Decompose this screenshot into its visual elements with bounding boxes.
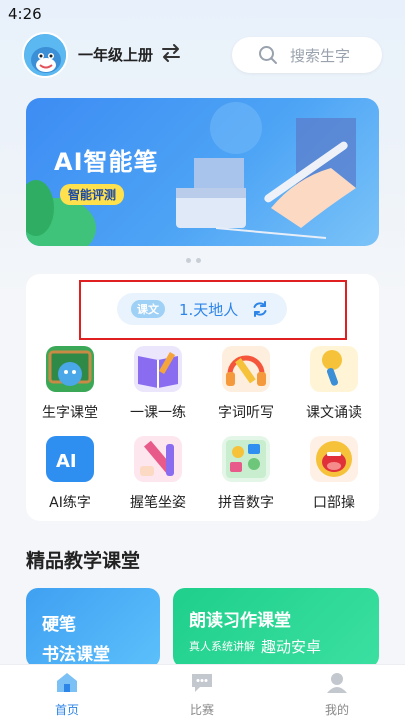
status-time: 4:26 (8, 5, 42, 23)
feature-label: 字词听写 (218, 405, 274, 421)
banner-badge: 智能评测 (60, 184, 125, 205)
swap-icon[interactable] (160, 42, 182, 64)
microphone-icon (310, 346, 358, 392)
chat-bubble-icon (192, 674, 212, 692)
feature-item-tingxie[interactable]: 字词听写 (202, 346, 290, 422)
course-card-calligraphy[interactable]: 硬笔 书法课堂 (26, 588, 160, 668)
tab-profile[interactable]: 我的 (297, 669, 377, 718)
home-icon (57, 673, 77, 692)
tab-label: 比赛 (189, 703, 214, 717)
promo-banner[interactable]: AI智能笔 智能评测 (26, 98, 379, 246)
highlight-box (79, 280, 347, 340)
tab-contest[interactable]: 比赛 (162, 669, 242, 718)
feature-label: 握笔坐姿 (130, 495, 186, 511)
tab-home[interactable]: 首页 (27, 669, 107, 718)
feature-label: 拼音数字 (218, 495, 274, 511)
header: 一年级上册 搜索生字 (0, 30, 405, 80)
pinyin-cards-icon (222, 436, 270, 482)
feature-label: 生字课堂 (42, 405, 98, 421)
search-icon (259, 46, 277, 64)
feature-item-songdu[interactable]: 课文诵读 (290, 346, 378, 422)
feature-label: 一课一练 (130, 405, 186, 421)
course-card-subtitle: 书法课堂 (42, 645, 110, 665)
carousel-dot (196, 258, 201, 263)
feature-item-shengzi[interactable]: 生字课堂 (26, 346, 114, 422)
avatar[interactable] (22, 32, 68, 78)
tab-label: 我的 (324, 703, 349, 717)
feature-item-koubu[interactable]: 口部操 (290, 436, 378, 512)
course-card-watermark: 趣动安卓 (261, 638, 322, 656)
feature-label: 口部操 (313, 495, 355, 511)
course-card-subtitle: 真人系统讲解 (189, 640, 255, 653)
svg-text:AI: AI (56, 451, 77, 472)
feature-label: AI练字 (49, 495, 91, 511)
course-card-title: 朗读习作课堂 (189, 611, 291, 631)
pencil-icon (134, 436, 182, 482)
search-input[interactable]: 搜索生字 (232, 37, 382, 73)
bottom-tab-bar: 首页 比赛 我的 (0, 664, 405, 720)
carousel-dots (186, 248, 206, 267)
grade-selector[interactable]: 一年级上册 (78, 44, 153, 65)
profile-icon (327, 673, 347, 693)
course-card-title: 硬笔 (42, 615, 76, 635)
feature-label: 课文诵读 (306, 405, 362, 421)
feature-item-pinyin[interactable]: 拼音数字 (202, 436, 290, 512)
dolphin-mascot-icon (24, 34, 66, 76)
feature-item-ailianzi[interactable]: AI AI练字 (26, 436, 114, 512)
section-title: 精品教学课堂 (26, 550, 141, 572)
feature-item-yike[interactable]: 一课一练 (114, 346, 202, 422)
status-bar: 4:26 (0, 0, 405, 28)
ai-board-icon: AI (46, 436, 94, 482)
carousel-dot (186, 258, 191, 263)
open-book-icon (134, 346, 182, 392)
feature-item-wobi[interactable]: 握笔坐姿 (114, 436, 202, 512)
chalkboard-dolphin-icon (46, 346, 94, 392)
tab-label: 首页 (54, 703, 79, 717)
mouth-icon (310, 436, 358, 482)
headphones-pencil-icon (222, 346, 270, 392)
search-placeholder: 搜索生字 (290, 47, 351, 65)
course-card-reading[interactable]: 朗读习作课堂 真人系统讲解 趣动安卓 (173, 588, 379, 668)
banner-title: AI智能笔 (54, 148, 159, 176)
